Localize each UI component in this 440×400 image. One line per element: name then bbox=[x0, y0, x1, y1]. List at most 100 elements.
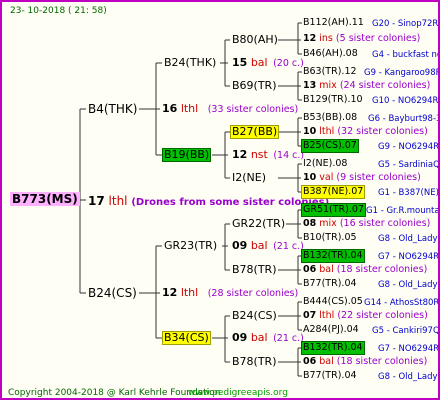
gen4-bottom-info: G1 - B387(NE) bbox=[378, 188, 439, 198]
gen3-queen[interactable]: B24(CS) bbox=[232, 310, 277, 322]
gen1-note: (28 sister colonies) bbox=[207, 288, 299, 299]
gen4-note: (18 sister colonies) bbox=[336, 356, 428, 367]
gen2-drone-info: 09 bal (21 c.) bbox=[232, 332, 304, 345]
root-queen[interactable]: B773(MS) bbox=[10, 192, 80, 206]
gen4-bottom-info: G8 - Old_Lady bbox=[378, 234, 438, 244]
gen4-bottom-info: G9 - NO6294R bbox=[378, 142, 440, 152]
gen1-num: 16 bbox=[162, 102, 178, 115]
gen4-bottom-queen[interactable]: B77(TR).04 bbox=[303, 278, 357, 290]
root-pl: lthl bbox=[108, 194, 128, 208]
gen4-drone-info: 08 mix (16 sister colonies) bbox=[303, 218, 430, 230]
gen1-drone-info: 16 lthl (33 sister colonies) bbox=[162, 103, 298, 116]
gen2-note: (21 c.) bbox=[273, 333, 304, 344]
gen4-drone-info: 13 mix (24 sister colonies) bbox=[303, 80, 430, 92]
gen4-top-queen[interactable]: B132(TR).04 bbox=[301, 249, 365, 263]
gen1-pl: lthl bbox=[180, 102, 199, 115]
gen4-note: (5 sister colonies) bbox=[335, 33, 421, 44]
gen4-bottom-queen[interactable]: B387(NE).07 bbox=[301, 185, 366, 199]
gen3-queen[interactable]: I2(NE) bbox=[232, 172, 266, 184]
gen4-top-queen[interactable]: GR51(TR).07 bbox=[301, 203, 366, 217]
gen4-note: (24 sister colonies) bbox=[339, 80, 431, 91]
gen4-num: 10 bbox=[303, 126, 317, 137]
gen1-num: 12 bbox=[162, 286, 178, 299]
gen4-top-info: G1 - Gr.R.mounta bbox=[366, 206, 440, 216]
gen4-pl: mix bbox=[319, 80, 337, 91]
gen4-bottom-queen[interactable]: B25(CS).07 bbox=[301, 139, 359, 153]
gen4-num: 08 bbox=[303, 218, 317, 229]
gen4-top-queen[interactable]: B444(CS).05 bbox=[303, 296, 363, 308]
gen4-note: (18 sister colonies) bbox=[336, 264, 428, 275]
gen4-top-info: G5 - SardiniaQ bbox=[378, 160, 440, 170]
gen4-drone-info: 06 bal (18 sister colonies) bbox=[303, 264, 427, 276]
gen4-drone-info: 12 ins (5 sister colonies) bbox=[303, 33, 420, 45]
gen3-queen[interactable]: B27(BB) bbox=[230, 125, 280, 139]
gen2-queen[interactable]: B34(CS) bbox=[162, 331, 211, 345]
gen4-bottom-queen[interactable]: A284(PJ).04 bbox=[303, 324, 359, 336]
root-drone-info: 17 lthl (Drones from some sister colonie… bbox=[88, 195, 329, 209]
gen2-drone-info: 15 bal (20 c.) bbox=[232, 57, 304, 70]
gen4-pl: val bbox=[319, 172, 334, 183]
gen4-pl: ins bbox=[319, 33, 333, 44]
gen4-num: 06 bbox=[303, 264, 317, 275]
root-note: (Drones from some sister colonies) bbox=[131, 197, 330, 208]
gen4-top-info: G6 - Bayburt98-3 bbox=[368, 114, 440, 124]
gen4-top-queen[interactable]: B112(AH).11 bbox=[303, 17, 364, 29]
gen2-queen[interactable]: B24(THK) bbox=[164, 57, 216, 69]
gen3-queen[interactable]: B78(TR) bbox=[232, 356, 277, 368]
gen3-queen[interactable]: B78(TR) bbox=[232, 264, 277, 276]
gen2-drone-info: 09 bal (21 c.) bbox=[232, 240, 304, 253]
gen4-top-info: G9 - Kangaroo98R bbox=[364, 68, 440, 78]
gen4-num: 12 bbox=[303, 33, 317, 44]
pedigree-frame: 23- 10-2018 ( 21: 58) B773(MS) 17 lthl (… bbox=[0, 0, 440, 400]
gen4-bottom-info: G4 - buckfast no bbox=[372, 50, 440, 60]
gen1-note: (33 sister colonies) bbox=[207, 104, 299, 115]
gen4-pl: lthl bbox=[319, 126, 335, 137]
gen1-queen[interactable]: B4(THK) bbox=[88, 103, 137, 115]
report-date: 23- 10-2018 ( 21: 58) bbox=[10, 6, 107, 16]
gen2-pl: bal bbox=[250, 56, 268, 69]
gen4-top-info: G7 - NO6294R bbox=[378, 344, 440, 354]
gen2-num: 15 bbox=[232, 56, 248, 69]
gen4-top-info: G7 - NO6294R bbox=[378, 252, 440, 262]
gen1-queen[interactable]: B24(CS) bbox=[88, 287, 137, 299]
gen2-note: (21 c.) bbox=[273, 241, 304, 252]
gen4-note: (32 sister colonies) bbox=[337, 126, 428, 137]
gen4-bottom-queen[interactable]: B129(TR).10 bbox=[303, 94, 363, 106]
gen4-note: (22 sister colonies) bbox=[337, 310, 428, 321]
gen4-pl: lthl bbox=[319, 310, 335, 321]
gen2-note: (14 c.) bbox=[273, 150, 305, 161]
gen3-queen[interactable]: B80(AH) bbox=[232, 34, 278, 46]
gen4-bottom-info: G5 - Cankiri97Q bbox=[372, 326, 440, 336]
root-num: 17 bbox=[88, 194, 105, 208]
gen2-num: 12 bbox=[232, 148, 248, 161]
gen4-bottom-queen[interactable]: B10(TR).05 bbox=[303, 232, 357, 244]
gen4-num: 06 bbox=[303, 356, 317, 367]
gen4-bottom-queen[interactable]: B46(AH).08 bbox=[303, 48, 358, 60]
gen2-drone-info: 12 nst (14 c.) bbox=[232, 149, 304, 162]
gen4-pl: bal bbox=[319, 264, 334, 275]
gen4-pl: mix bbox=[319, 218, 337, 229]
gen3-queen[interactable]: B69(TR) bbox=[232, 80, 277, 92]
gen2-queen[interactable]: B19(BB) bbox=[162, 148, 212, 162]
gen4-top-queen[interactable]: B132(TR).04 bbox=[301, 341, 365, 355]
gen4-top-queen[interactable]: B63(TR).12 bbox=[303, 66, 357, 78]
gen3-queen[interactable]: GR22(TR) bbox=[232, 218, 285, 230]
gen2-num: 09 bbox=[232, 239, 248, 252]
gen4-top-queen[interactable]: B53(BB).08 bbox=[303, 112, 357, 124]
gen4-drone-info: 10 val (9 sister colonies) bbox=[303, 172, 421, 184]
gen4-bottom-info: G8 - Old_Lady bbox=[378, 280, 438, 290]
gen2-num: 09 bbox=[232, 331, 248, 344]
gen4-bottom-queen[interactable]: B77(TR).04 bbox=[303, 370, 357, 382]
gen2-queen[interactable]: GR23(TR) bbox=[164, 240, 217, 252]
gen2-pl: bal bbox=[250, 239, 268, 252]
gen4-drone-info: 07 lthl (22 sister colonies) bbox=[303, 310, 428, 322]
gen4-num: 13 bbox=[303, 80, 317, 91]
site-link[interactable]: www.pedigreeapis.org bbox=[188, 387, 288, 398]
gen4-note: (9 sister colonies) bbox=[336, 172, 421, 183]
gen4-top-info: G14 - AthosSt80R bbox=[364, 298, 440, 308]
gen4-bottom-info: G10 - NO6294R bbox=[372, 96, 439, 106]
gen2-note: (20 c.) bbox=[273, 58, 304, 69]
gen1-pl: lthl bbox=[180, 286, 199, 299]
gen4-drone-info: 10 lthl (32 sister colonies) bbox=[303, 126, 428, 138]
gen4-top-queen[interactable]: I2(NE).08 bbox=[303, 158, 347, 170]
